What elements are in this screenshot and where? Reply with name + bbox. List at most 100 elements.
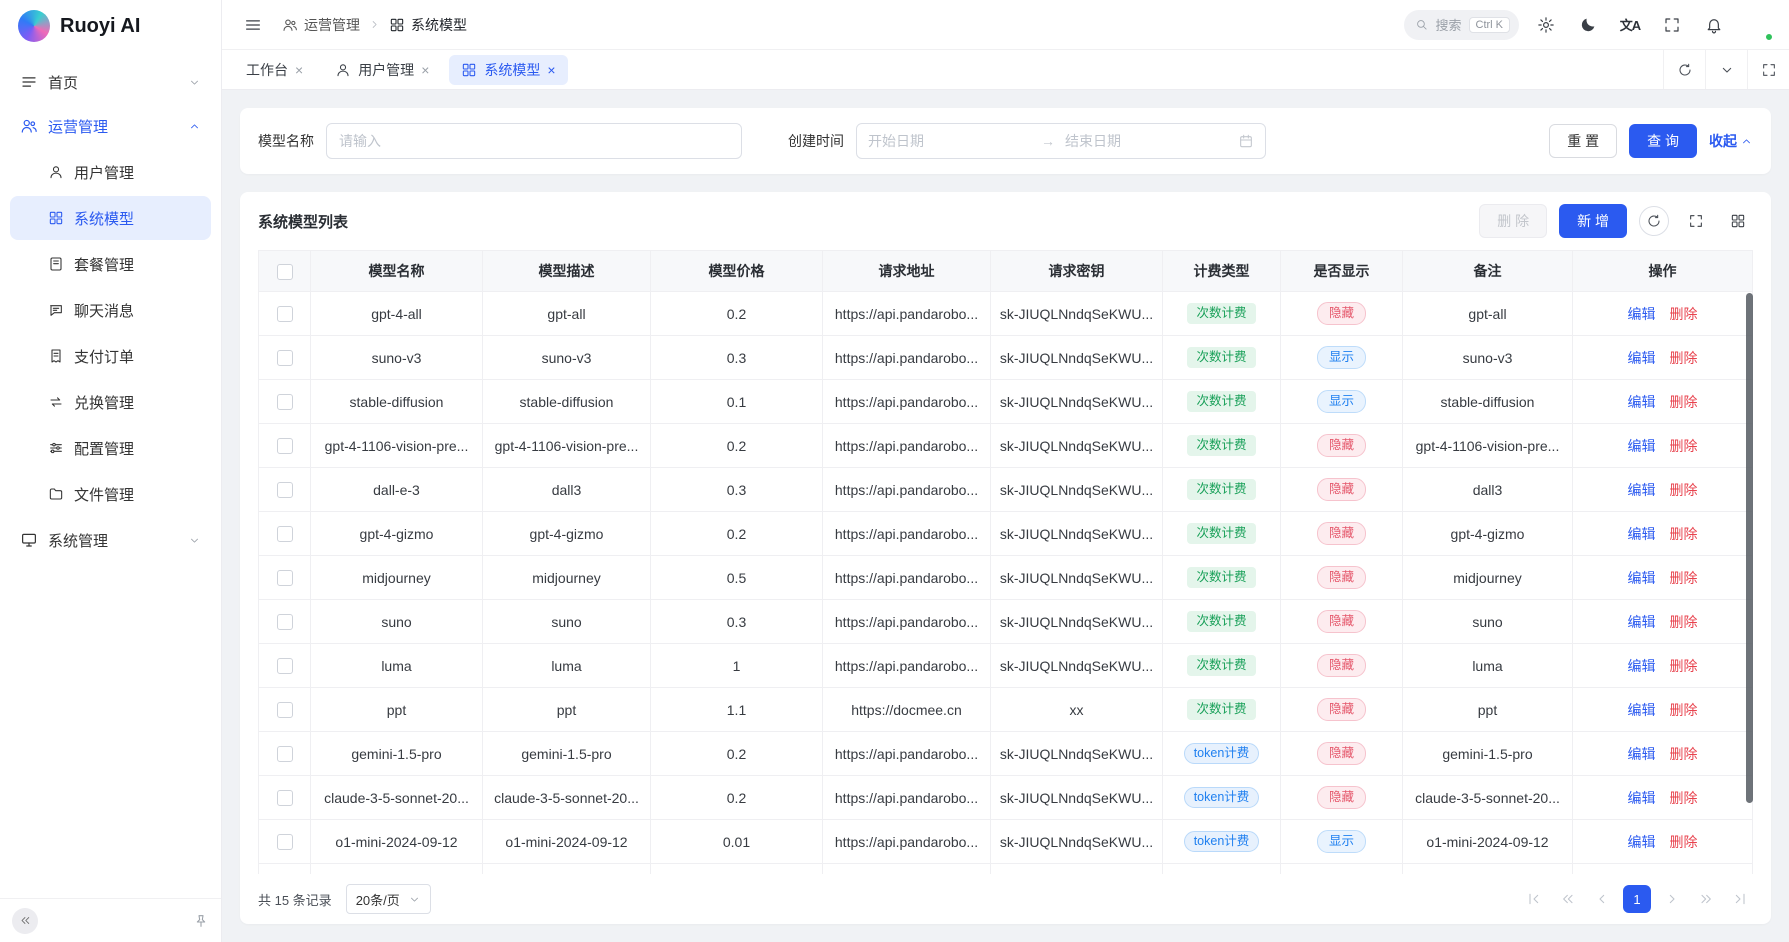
pin-icon[interactable]: [193, 913, 209, 929]
breadcrumb-separator: [368, 18, 381, 31]
sidebar-collapse-button[interactable]: [12, 908, 38, 934]
edit-link[interactable]: 编辑: [1628, 350, 1656, 366]
column-settings-button[interactable]: [1723, 206, 1753, 236]
delete-link[interactable]: 删除: [1670, 350, 1698, 366]
row-checkbox[interactable]: [277, 570, 293, 586]
close-icon[interactable]: ×: [295, 63, 303, 77]
first-page-button[interactable]: [1521, 886, 1547, 912]
sidebar-item-operations[interactable]: 运营管理: [10, 104, 211, 148]
row-checkbox[interactable]: [277, 834, 293, 850]
last-page-button[interactable]: [1727, 886, 1753, 912]
row-checkbox[interactable]: [277, 526, 293, 542]
column-header-remark: 备注: [1403, 251, 1573, 292]
global-search[interactable]: 搜索 Ctrl K: [1404, 10, 1519, 40]
date-range-picker[interactable]: 开始日期 → 结束日期: [856, 123, 1266, 159]
delete-link[interactable]: 删除: [1670, 438, 1698, 454]
fast-forward-button[interactable]: [1693, 886, 1719, 912]
hamburger-menu-button[interactable]: [238, 10, 268, 40]
dark-mode-button[interactable]: [1573, 10, 1603, 40]
language-button[interactable]: 文A: [1615, 10, 1645, 40]
edit-link[interactable]: 编辑: [1628, 702, 1656, 718]
bulk-delete-button[interactable]: 删 除: [1479, 204, 1547, 238]
tab-workbench[interactable]: 工作台 ×: [234, 55, 315, 85]
select-all-checkbox[interactable]: [277, 264, 293, 280]
reset-button[interactable]: 重 置: [1549, 124, 1617, 158]
edit-link[interactable]: 编辑: [1628, 790, 1656, 806]
prev-page-button[interactable]: [1589, 886, 1615, 912]
logo[interactable]: Ruoyi AI: [0, 0, 221, 52]
delete-link[interactable]: 删除: [1670, 614, 1698, 630]
breadcrumb-item-operations[interactable]: 运营管理: [282, 15, 360, 35]
tab-options-button[interactable]: [1705, 50, 1747, 89]
edit-link[interactable]: 编辑: [1628, 834, 1656, 850]
vertical-scrollbar[interactable]: [1746, 293, 1753, 803]
next-page-button[interactable]: [1659, 886, 1685, 912]
query-button[interactable]: 查 询: [1629, 124, 1697, 158]
row-checkbox[interactable]: [277, 350, 293, 366]
table-refresh-button[interactable]: [1639, 206, 1669, 236]
delete-link[interactable]: 删除: [1670, 482, 1698, 498]
sidebar-subitem-5[interactable]: 兑换管理: [10, 380, 211, 424]
table-row: stable-diffusionstable-diffusion0.1https…: [259, 380, 1753, 424]
row-checkbox[interactable]: [277, 658, 293, 674]
edit-link[interactable]: 编辑: [1628, 482, 1656, 498]
content-fullscreen-button[interactable]: [1747, 50, 1789, 89]
page-size-select[interactable]: 20条/页: [346, 884, 431, 914]
sidebar-subitem-3[interactable]: 聊天消息: [10, 288, 211, 332]
cell-request-key: sk-JIUQLNndqSeKWU...: [991, 732, 1163, 776]
edit-link[interactable]: 编辑: [1628, 526, 1656, 542]
page-number-1[interactable]: 1: [1623, 885, 1651, 913]
fast-back-button[interactable]: [1555, 886, 1581, 912]
row-checkbox[interactable]: [277, 614, 293, 630]
row-checkbox[interactable]: [277, 746, 293, 762]
gear-icon: [1537, 16, 1555, 34]
delete-link[interactable]: 删除: [1670, 790, 1698, 806]
delete-link[interactable]: 删除: [1670, 394, 1698, 410]
close-icon[interactable]: ×: [421, 63, 429, 77]
edit-link[interactable]: 编辑: [1628, 306, 1656, 322]
model-name-input[interactable]: [326, 123, 742, 159]
topbar: 运营管理 系统模型 搜索 Ctrl K: [222, 0, 1789, 50]
chevron-down-icon: [188, 534, 201, 547]
delete-link[interactable]: 删除: [1670, 834, 1698, 850]
delete-link[interactable]: 删除: [1670, 746, 1698, 762]
collapse-filter-button[interactable]: 收起: [1709, 131, 1753, 151]
edit-link[interactable]: 编辑: [1628, 746, 1656, 762]
notifications-button[interactable]: [1699, 10, 1729, 40]
fullscreen-button[interactable]: [1657, 10, 1687, 40]
edit-link[interactable]: 编辑: [1628, 658, 1656, 674]
row-checkbox[interactable]: [277, 438, 293, 454]
sidebar-subitem-1[interactable]: 系统模型: [10, 196, 211, 240]
table-fullscreen-button[interactable]: [1681, 206, 1711, 236]
sidebar-subitem-label: 兑换管理: [74, 392, 134, 413]
row-checkbox[interactable]: [277, 790, 293, 806]
sidebar-subitem-6[interactable]: 配置管理: [10, 426, 211, 470]
delete-link[interactable]: 删除: [1670, 570, 1698, 586]
edit-link[interactable]: 编辑: [1628, 438, 1656, 454]
delete-link[interactable]: 删除: [1670, 526, 1698, 542]
user-avatar[interactable]: [1741, 9, 1773, 41]
row-checkbox[interactable]: [277, 702, 293, 718]
sidebar-subitem-7[interactable]: 文件管理: [10, 472, 211, 516]
edit-link[interactable]: 编辑: [1628, 614, 1656, 630]
row-checkbox[interactable]: [277, 394, 293, 410]
close-icon[interactable]: ×: [547, 63, 555, 77]
sidebar-subitem-2[interactable]: 套餐管理: [10, 242, 211, 286]
breadcrumb-item-system-model[interactable]: 系统模型: [389, 15, 467, 35]
delete-link[interactable]: 删除: [1670, 658, 1698, 674]
sidebar-subitem-4[interactable]: 支付订单: [10, 334, 211, 378]
edit-link[interactable]: 编辑: [1628, 570, 1656, 586]
refresh-tab-button[interactable]: [1663, 50, 1705, 89]
edit-link[interactable]: 编辑: [1628, 394, 1656, 410]
row-checkbox[interactable]: [277, 306, 293, 322]
row-checkbox[interactable]: [277, 482, 293, 498]
sidebar-subitem-0[interactable]: 用户管理: [10, 150, 211, 194]
settings-button[interactable]: [1531, 10, 1561, 40]
delete-link[interactable]: 删除: [1670, 702, 1698, 718]
delete-link[interactable]: 删除: [1670, 306, 1698, 322]
sidebar-item-system[interactable]: 系统管理: [10, 518, 211, 562]
tab-system-model[interactable]: 系统模型 ×: [449, 55, 567, 85]
add-button[interactable]: 新 增: [1559, 204, 1627, 238]
sidebar-item-home[interactable]: 首页: [10, 60, 211, 104]
tab-user-management[interactable]: 用户管理 ×: [323, 55, 441, 85]
